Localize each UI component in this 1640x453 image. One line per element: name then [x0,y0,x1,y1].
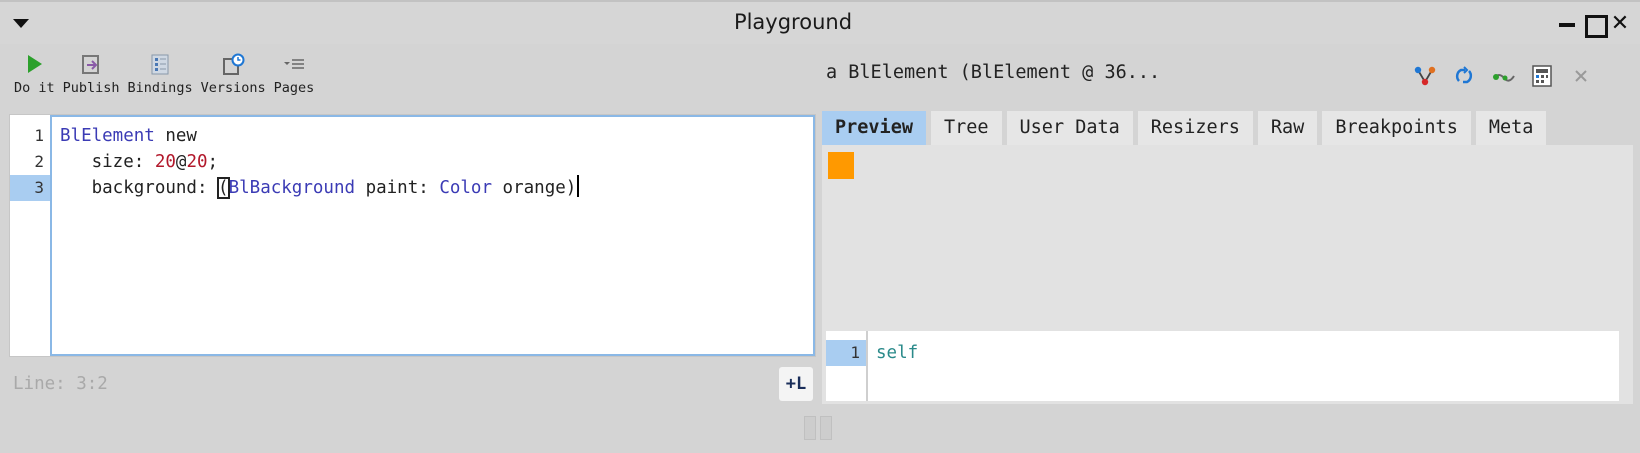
code-token: orange) [492,178,577,198]
close-icon[interactable] [1568,64,1594,88]
code-line: BlElement new [60,123,197,149]
code-token: ; [207,152,219,172]
publish-button[interactable]: Publish [63,53,120,99]
eval-line-number: 1 [826,340,866,366]
play-icon [21,53,47,77]
tab-preview[interactable]: Preview [822,111,926,145]
pages-label: Pages [273,80,315,96]
pages-button[interactable]: Pages [273,53,315,99]
text-caret [577,175,580,197]
pane-resize-handle[interactable] [797,414,839,442]
do-it-label: Do it [14,80,55,96]
tab-raw[interactable]: Raw [1257,111,1318,145]
graph-icon[interactable] [1412,64,1438,88]
title-bar: Playground ✕ [0,0,1640,44]
code-token: size: [60,152,155,172]
eval-code[interactable]: self [876,340,918,366]
code-line: background: (BlBackground paint: Color o… [60,175,580,201]
tab-resizers[interactable]: Resizers [1137,111,1253,145]
close-window-button[interactable]: ✕ [1610,13,1630,35]
tab-meta[interactable]: Meta [1475,111,1547,145]
matched-bracket: ( [217,177,230,199]
pages-icon [281,53,307,77]
line-number: 1 [34,126,44,145]
line-number-gutter: 1 2 3 [10,115,50,356]
bindings-button[interactable]: Bindings [128,53,193,99]
code-token: @ [175,152,187,172]
eval-gutter: 1 [826,331,868,401]
tab-breakpoints[interactable]: Breakpoints [1322,111,1471,145]
maximize-button[interactable] [1585,14,1608,38]
line-number-current: 3 [10,175,50,201]
inspector-actions [1412,64,1594,88]
playground-toolbar: Do it Publish Bindings Versions Pages [14,53,322,99]
tab-user-data[interactable]: User Data [1006,111,1133,145]
minimize-button[interactable] [1558,14,1576,34]
tab-tree[interactable]: Tree [930,111,1002,145]
evaluation-editor[interactable]: 1 self [826,331,1619,401]
versions-button[interactable]: Versions [201,53,266,99]
code-line: size: 20@20; [60,149,218,175]
code-token: 20 [186,152,208,172]
publish-label: Publish [62,80,120,96]
bindings-icon [147,53,173,77]
bindings-label: Bindings [127,80,193,96]
window-title: Playground [733,10,853,34]
line-number: 2 [34,152,44,171]
refresh-icon[interactable] [1451,64,1477,88]
do-it-button[interactable]: Do it [14,53,55,99]
code-editor[interactable]: 1 2 3 BlElement new size: 20@20; backgro… [9,114,816,357]
code-token: new [154,126,197,146]
calculator-icon[interactable] [1529,64,1555,88]
code-text-area[interactable]: BlElement new size: 20@20; background: (… [50,115,815,356]
code-token: background: [60,178,219,198]
code-token: paint: [355,178,440,198]
versions-icon [220,53,246,77]
code-token: BlBackground [228,178,356,198]
add-line-button[interactable]: +L [779,367,813,401]
versions-label: Versions [200,80,266,96]
code-token: BlElement [60,126,155,146]
link-icon[interactable] [1490,64,1516,88]
code-token: 20 [154,152,176,172]
inspector-title: a BlElement (BlElement @ 36... [826,62,1161,83]
publish-icon [78,53,104,77]
cursor-position-status: Line: 3:2 [13,374,108,394]
inspector-tabs: Preview Tree User Data Resizers Raw Breakpoin… [822,111,1551,145]
code-token: Color [439,178,493,198]
element-preview-swatch[interactable] [828,152,854,179]
